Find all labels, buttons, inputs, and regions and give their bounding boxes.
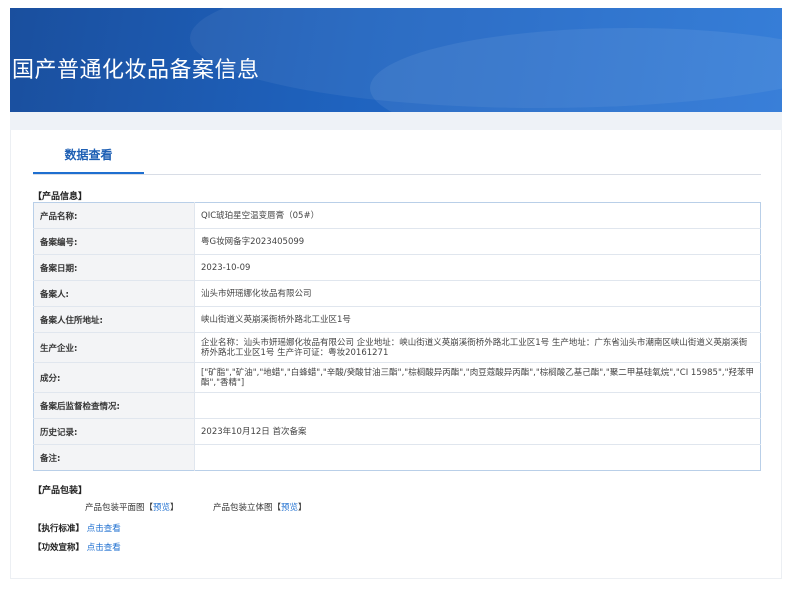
stereo-preview-link[interactable]: 预览 <box>281 503 298 513</box>
row-key: 备案人住所地址: <box>33 306 195 333</box>
header-strip <box>10 112 782 130</box>
table-row: 备案人: 汕头市妍瑶娜化妆品有限公司 <box>33 280 761 307</box>
tab-bar: 数据查看 <box>33 144 761 175</box>
section-label-product-info: 【产品信息】 <box>33 192 88 202</box>
standard-line: 【执行标准】 点击查看 <box>33 522 121 534</box>
bracket: 】 <box>170 503 179 513</box>
row-value: 2023-10-09 <box>194 254 761 281</box>
tab-data-view[interactable]: 数据查看 <box>33 144 144 174</box>
table-row: 历史记录: 2023年10月12日 首次备案 <box>33 418 761 445</box>
efficacy-line: 【功效宣称】 点击查看 <box>33 541 121 553</box>
table-row: 备注: <box>33 444 761 471</box>
row-value: 2023年10月12日 首次备案 <box>194 418 761 445</box>
row-value: 峡山街道义英崩溪衙桥外路北工业区1号 <box>194 306 761 333</box>
header-banner: 国产普通化妆品备案信息 <box>10 8 782 112</box>
packaging-flat-label: 产品包装平面图 <box>85 503 145 513</box>
row-value: 汕头市妍瑶娜化妆品有限公司 <box>194 280 761 307</box>
product-info-table: 产品名称: QIC琥珀星空温变唇膏（05#） 备案编号: 粤G妆网备字20234… <box>33 202 761 471</box>
bracket: 【 <box>272 503 282 513</box>
row-value: 企业名称：汕头市妍瑶娜化妆品有限公司 企业地址：峡山街道义英崩溪衙桥外路北工业区… <box>194 332 761 363</box>
flat-preview-link[interactable]: 预览 <box>153 503 170 513</box>
bracket: 【 <box>144 503 154 513</box>
packaging-stereo-line: 产品包装立体图【预览】 <box>213 501 307 513</box>
bracket: 】 <box>298 503 307 513</box>
row-value: 粤G妆网备字2023405099 <box>194 228 761 255</box>
row-key: 备案编号: <box>33 228 195 255</box>
page-title: 国产普通化妆品备案信息 <box>12 58 260 83</box>
content-card: 数据查看 【产品信息】 产品名称: QIC琥珀星空温变唇膏（05#） 备案编号:… <box>10 130 782 579</box>
table-row: 成分: ["矿脂","矿油","地蜡","白蜂蜡","辛酸/癸酸甘油三酯","棕… <box>33 362 761 393</box>
table-row: 备案后监督检查情况: <box>33 392 761 419</box>
row-key: 产品名称: <box>33 202 195 229</box>
row-value <box>195 445 761 471</box>
standard-label: 【执行标准】 <box>33 524 85 534</box>
table-row: 备案人住所地址: 峡山街道义英崩溪衙桥外路北工业区1号 <box>33 306 761 333</box>
row-value <box>194 392 761 419</box>
row-key: 成分: <box>33 362 195 393</box>
row-key: 生产企业: <box>33 332 195 363</box>
table-row: 生产企业: 企业名称：汕头市妍瑶娜化妆品有限公司 企业地址：峡山街道义英崩溪衙桥… <box>33 332 761 363</box>
efficacy-label: 【功效宣称】 <box>33 543 85 553</box>
table-row: 产品名称: QIC琥珀星空温变唇膏（05#） <box>33 202 761 229</box>
row-key: 备案后监督检查情况: <box>33 392 195 419</box>
packaging-stereo-label: 产品包装立体图 <box>213 503 273 513</box>
row-key: 备案日期: <box>33 254 195 281</box>
row-key: 备注: <box>33 444 195 471</box>
table-row: 备案编号: 粤G妆网备字2023405099 <box>33 228 761 255</box>
row-value: QIC琥珀星空温变唇膏（05#） <box>194 202 761 229</box>
packaging-flat-line: 产品包装平面图【预览】 <box>85 501 179 513</box>
efficacy-view-link[interactable]: 点击查看 <box>87 543 121 553</box>
row-key: 备案人: <box>33 280 195 307</box>
section-label-packaging: 【产品包装】 <box>33 486 88 496</box>
row-value: ["矿脂","矿油","地蜡","白蜂蜡","辛酸/癸酸甘油三酯","棕榈酸异丙… <box>194 362 761 393</box>
row-key: 历史记录: <box>33 418 195 445</box>
table-row: 备案日期: 2023-10-09 <box>33 254 761 281</box>
standard-view-link[interactable]: 点击查看 <box>87 524 121 534</box>
